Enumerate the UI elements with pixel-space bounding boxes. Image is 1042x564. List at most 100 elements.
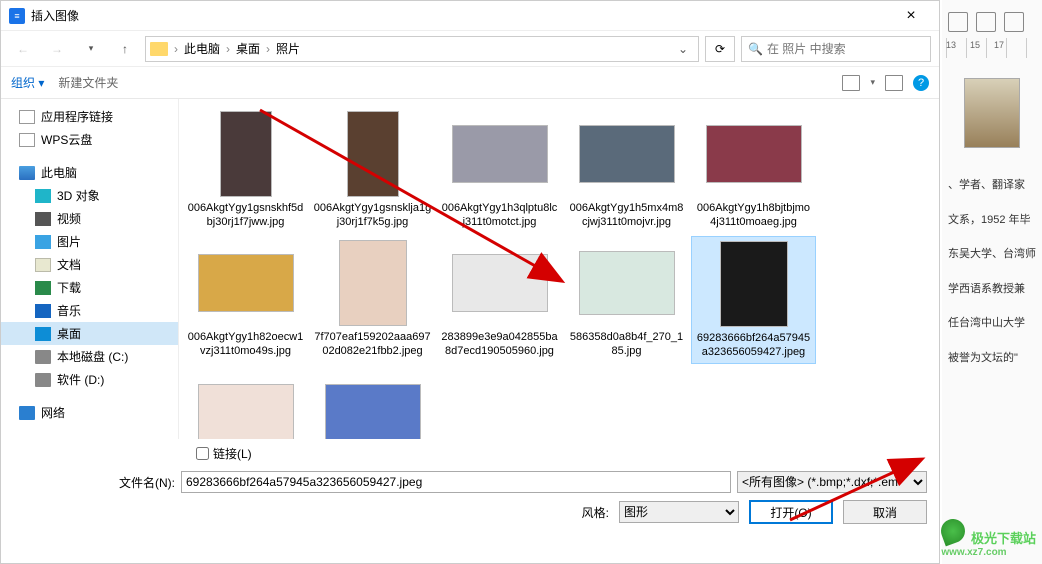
sidebar-item[interactable]: 文档 [1, 253, 178, 276]
sidebar-item[interactable]: 3D 对象 [1, 184, 178, 207]
sidebar-item[interactable]: 下载 [1, 276, 178, 299]
sidebar-item-label: 网络 [41, 404, 65, 421]
sidebar-item-label: 3D 对象 [57, 187, 100, 204]
breadcrumb[interactable]: › 此电脑 › 桌面 › 照片 ⌄ [145, 36, 699, 62]
sidebar-item[interactable]: 应用程序链接 [1, 105, 178, 128]
sidebar-item[interactable]: 本地磁盘 (C:) [1, 345, 178, 368]
sidebar-item[interactable]: 视频 [1, 207, 178, 230]
help-button[interactable]: ? [913, 75, 929, 91]
sidebar-item[interactable]: 音乐 [1, 299, 178, 322]
sidebar-item[interactable]: 软件 (D:) [1, 368, 178, 391]
file-item[interactable]: 006AkgtYgy1h5mx4m8cjwj311t0mojvr.jpg [564, 107, 689, 234]
preview-pane-button[interactable] [885, 75, 903, 91]
nav-back-button[interactable]: ← [9, 35, 37, 63]
organize-button[interactable]: 组织 ▾ [11, 74, 44, 91]
filter-dropdown[interactable]: <所有图像> (*.bmp;*.dxf;*.em [737, 471, 927, 493]
file-name-label: 006AkgtYgy1h5mx4m8cjwj311t0mojvr.jpg [568, 201, 686, 230]
thumbnail [325, 111, 421, 197]
file-item[interactable]: u=2373878772,28967890538&fm=253&fmt=auto… [310, 366, 435, 439]
format-row: 风格: 图形 打开(O) 取消 [1, 497, 939, 527]
search-box[interactable]: 🔍 [741, 36, 931, 62]
thumbnail [706, 111, 802, 197]
format-dropdown[interactable]: 图形 [619, 501, 739, 523]
dialog-icon: ≡ [9, 8, 25, 24]
file-item[interactable]: 006AkgtYgy1h82oecw1vzj311t0mo49s.jpg [183, 236, 308, 365]
filename-row: 文件名(N): <所有图像> (*.bmp;*.dxf;*.em [1, 467, 939, 497]
sidebar-item-label: 视频 [57, 210, 81, 227]
file-name-label: 006AkgtYgy1h82oecw1vzj311t0mo49s.jpg [187, 330, 305, 359]
chevron-right-icon: › [174, 42, 178, 56]
nav-up-button[interactable]: ↑ [111, 35, 139, 63]
thumbnail [579, 111, 675, 197]
sidebar-item[interactable]: 此电脑 [1, 161, 178, 184]
sidebar-item-label: 下载 [57, 279, 81, 296]
inserted-image-preview [964, 78, 1020, 148]
file-name-label: 586358d0a8b4f_270_185.jpg [568, 330, 686, 359]
doc-text: 文系，1952 年毕 [946, 203, 1038, 238]
toolbar: 组织 ▾ 新建文件夹 ▾ ? [1, 67, 939, 99]
sidebar-item-label: 桌面 [57, 325, 81, 342]
file-name-label: 006AkgtYgy1h8bjtbjmo4j311t0moaeg.jpg [695, 201, 813, 230]
file-item[interactable]: 283899e3e9a042855ba8d7ecd190505960.jpg [437, 236, 562, 365]
nav-dropdown-button[interactable]: ▾ [77, 35, 105, 63]
file-item[interactable]: 7f707eaf159202aaa69702d082e21fbb2.jpeg [310, 236, 435, 365]
breadcrumb-item[interactable]: 照片 [272, 40, 304, 57]
thumbnail [579, 240, 675, 326]
file-item[interactable]: 006AkgtYgy1gsnskhf5dbj30rj1f7jww.jpg [183, 107, 308, 234]
watermark-text: 极光下载站 [971, 531, 1036, 546]
thumbnail [325, 240, 421, 326]
net-icon [19, 406, 35, 420]
thumbnail [198, 370, 294, 439]
file-grid[interactable]: 006AkgtYgy1gsnskhf5dbj30rj1f7jww.jpg006A… [179, 99, 939, 439]
dialog-title: 插入图像 [31, 7, 891, 24]
folder-icon [150, 42, 168, 56]
view-dropdown-icon[interactable]: ▾ [870, 77, 875, 88]
file-icon [19, 110, 35, 124]
file-item[interactable]: 006AkgtYgy1h8bjtbjmo4j311t0moaeg.jpg [691, 107, 816, 234]
file-item[interactable]: 586358d0a8b4f_270_185.jpg [564, 236, 689, 365]
thumbnail [452, 240, 548, 326]
breadcrumb-dropdown[interactable]: ⌄ [672, 42, 694, 56]
cancel-button[interactable]: 取消 [843, 500, 927, 524]
filename-input[interactable] [181, 471, 731, 493]
file-item[interactable]: 006AkgtYgy1h3qlptu8lcj311t0motct.jpg [437, 107, 562, 234]
new-folder-button[interactable]: 新建文件夹 [58, 74, 118, 91]
watermark-url: www.xz7.com [941, 547, 1036, 558]
ruler: 131517 [946, 38, 1038, 58]
refresh-button[interactable]: ⟳ [705, 36, 735, 62]
search-icon: 🔍 [748, 42, 763, 56]
nav-forward-button[interactable]: → [43, 35, 71, 63]
open-button[interactable]: 打开(O) [749, 500, 833, 524]
file-item[interactable]: 69283666bf264a57945a323656059427.jpeg [691, 236, 816, 365]
file-name-label: 283899e3e9a042855ba8d7ecd190505960.jpg [441, 330, 559, 359]
view-mode-button[interactable] [842, 75, 860, 91]
file-name-label: 7f707eaf159202aaa69702d082e21fbb2.jpeg [314, 330, 432, 359]
cube-icon [35, 189, 51, 203]
close-button[interactable]: × [891, 1, 931, 31]
file-item[interactable]: ea1f04f0d1b635273ed0497ba0240612.jpg [183, 366, 308, 439]
pc-icon [19, 166, 35, 180]
sidebar-item[interactable]: WPS云盘 [1, 128, 178, 151]
file-name-label: 006AkgtYgy1gsnsklja1gj30rj1f7k5g.jpg [314, 201, 432, 230]
sidebar-item-label: 文档 [57, 256, 81, 273]
watermark-icon [938, 516, 969, 547]
breadcrumb-item[interactable]: 桌面 [232, 40, 264, 57]
doc-text: 被誉为文坛的" [946, 341, 1038, 376]
doc-text: 任台湾中山大学 [946, 306, 1038, 341]
file-item[interactable]: 006AkgtYgy1gsnsklja1gj30rj1f7k5g.jpg [310, 107, 435, 234]
insert-image-dialog: ≡ 插入图像 × ← → ▾ ↑ › 此电脑 › 桌面 › 照片 ⌄ ⟳ 🔍 组… [0, 0, 940, 564]
sidebar-item[interactable]: 网络 [1, 401, 178, 424]
sidebar-item-label: 本地磁盘 (C:) [57, 348, 128, 365]
sidebar: 应用程序链接WPS云盘此电脑 3D 对象视频图片文档下载音乐桌面本地磁盘 (C:)… [1, 99, 179, 439]
filename-label: 文件名(N): [119, 474, 175, 491]
link-checkbox[interactable] [196, 447, 209, 460]
thumbnail [198, 240, 294, 326]
background-document: 131517 、学者、翻译家 文系，1952 年毕 东吴大学、台湾师 学西语系教… [942, 0, 1042, 564]
breadcrumb-item[interactable]: 此电脑 [180, 40, 224, 57]
sidebar-item[interactable]: 图片 [1, 230, 178, 253]
sidebar-item[interactable]: 桌面 [1, 322, 178, 345]
doc-text: 、学者、翻译家 [946, 168, 1038, 203]
app-icon [976, 12, 996, 32]
music-icon [35, 304, 51, 318]
search-input[interactable] [767, 42, 924, 56]
